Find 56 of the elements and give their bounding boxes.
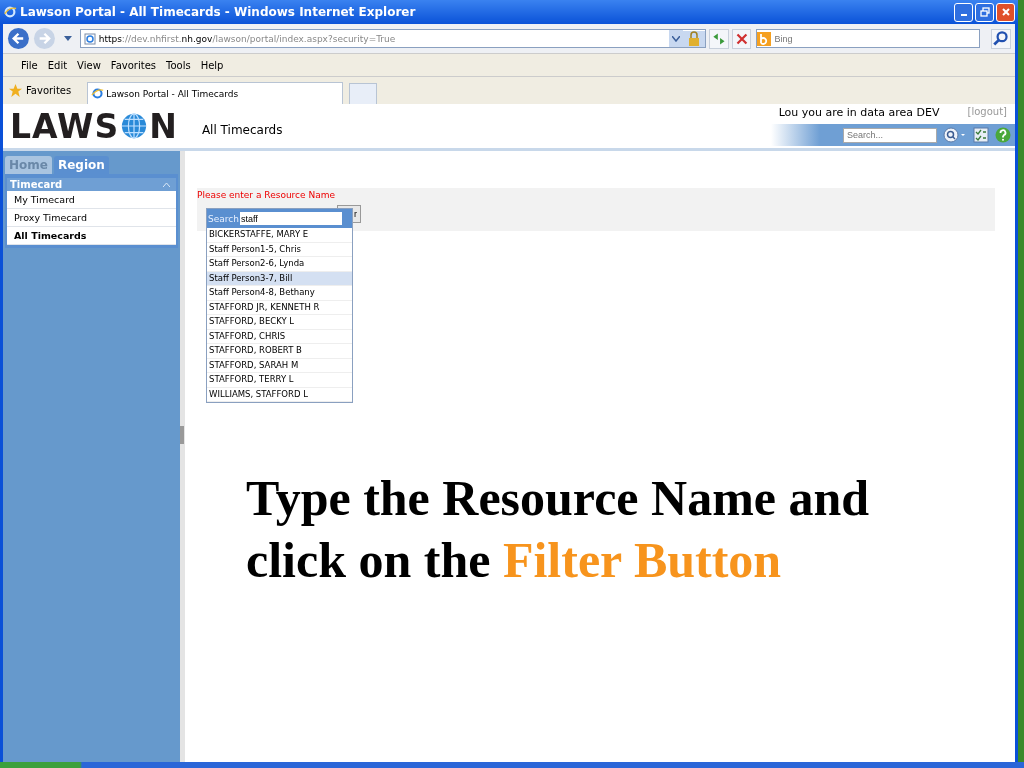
window-title: Lawson Portal - All Timecards - Windows Internet Explorer <box>20 5 417 19</box>
menu-item[interactable]: Help <box>196 59 228 71</box>
list-option[interactable]: STAFFORD, BECKY L <box>207 315 352 330</box>
close-button[interactable] <box>996 2 1015 22</box>
chevron-icon <box>671 35 680 42</box>
menu-item[interactable]: Tools <box>162 59 195 71</box>
search-field[interactable]: Search... <box>843 127 937 143</box>
page-icon <box>83 32 96 45</box>
browser-tab[interactable]: Lawson Portal - All Timecards <box>87 82 344 104</box>
sidebar-item[interactable]: All Timecards <box>7 227 176 245</box>
back-button[interactable] <box>7 27 30 50</box>
splitter-handle[interactable] <box>180 426 184 444</box>
stop-icon[interactable] <box>731 28 752 49</box>
search-label: Search <box>208 213 239 224</box>
refresh-icon[interactable] <box>708 28 729 49</box>
lock-icon[interactable] <box>682 30 705 47</box>
menu-item[interactable]: File <box>17 59 42 71</box>
error-message: Please enter a Resource Name <box>197 190 336 200</box>
page-title: All Timecards <box>201 123 284 137</box>
menu-item[interactable]: View <box>73 59 105 71</box>
list-option[interactable]: Staff Person1-5, Chris <box>207 242 352 257</box>
favorites-button[interactable]: Favorites <box>8 83 72 98</box>
user-info: Lou you are in data area DEV <box>778 106 940 121</box>
close-icon <box>1000 7 1011 17</box>
sidebar-item[interactable]: My Timecard <box>7 191 176 209</box>
logo: LAWS N <box>10 106 178 146</box>
menu-item[interactable]: Edit <box>43 59 72 71</box>
list-option[interactable]: STAFFORD, TERRY L <box>207 373 352 388</box>
search-field[interactable]: staff <box>239 212 342 225</box>
checklist-icon[interactable] <box>973 127 989 143</box>
browser-icon <box>91 87 105 100</box>
list-option[interactable]: STAFFORD, CHRIS <box>207 329 352 344</box>
menu-item[interactable]: Favorites <box>106 59 160 71</box>
list-option[interactable]: STAFFORD JR, KENNETH R <box>207 300 352 315</box>
search-box[interactable]: Bing <box>756 29 981 48</box>
restore-button[interactable] <box>975 2 994 22</box>
list-option[interactable]: WILLIAMS, STAFFORD L <box>207 387 352 402</box>
list-option[interactable]: Staff Person2-6, Lynda <box>207 257 352 272</box>
dropdown-arrow-icon[interactable] <box>63 35 72 42</box>
list-option[interactable]: BICKERSTAFFE, MARY E <box>207 228 352 243</box>
minimize-icon <box>960 14 967 16</box>
minimize-button[interactable] <box>954 2 973 22</box>
star-icon <box>8 83 23 98</box>
dropdown-button[interactable] <box>668 30 683 47</box>
list-option[interactable]: Staff Person4-8, Bethany <box>207 286 352 301</box>
list-option[interactable]: STAFFORD, ROBERT B <box>207 344 352 359</box>
search-icon[interactable] <box>991 28 1011 49</box>
address-field[interactable]: https://dev.nhfirst.nh.gov/lawson/portal/index.aspx?security=True <box>79 29 706 48</box>
search-icon[interactable] <box>943 127 967 143</box>
help-icon[interactable] <box>995 127 1011 143</box>
list-option[interactable]: STAFFORD, SARAH M <box>207 358 352 373</box>
browser-icon <box>3 5 17 19</box>
search-provider-icon <box>757 31 772 46</box>
caption-text: Type the Resource Name and click on the Filter Button <box>246 469 871 590</box>
sidebar-item[interactable]: Proxy Timecard <box>7 209 176 227</box>
restore-icon <box>979 7 990 17</box>
